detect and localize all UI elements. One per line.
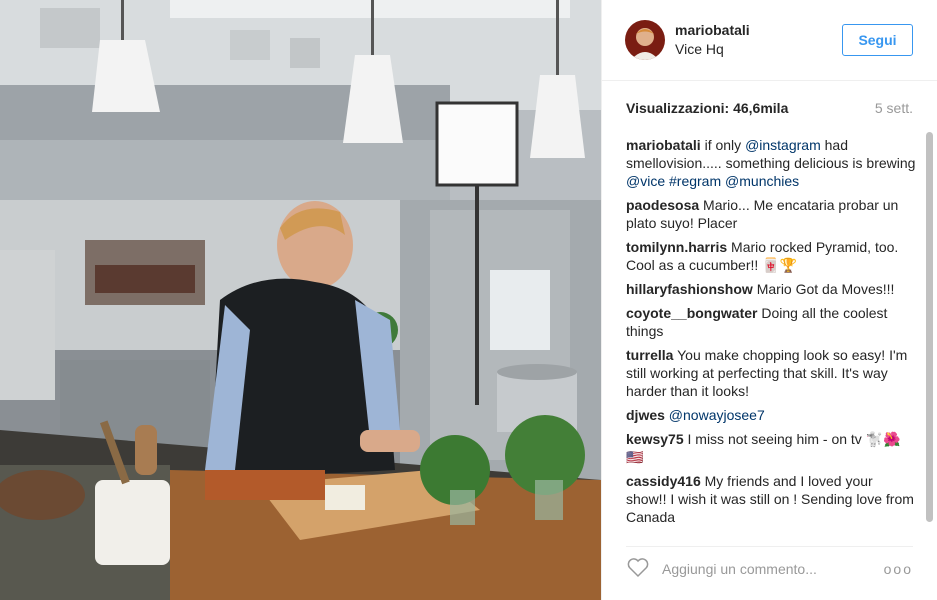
heart-icon[interactable] xyxy=(626,555,650,584)
avatar-image xyxy=(625,20,665,60)
comment-item: hillaryfashionshow Mario Got da Moves!!! xyxy=(626,280,916,298)
comment-composer: Aggiungi un commento... ooo xyxy=(626,546,913,591)
comment-mention-link[interactable]: @instagram xyxy=(745,137,821,153)
comment-item: djwes @nowayjosee7 xyxy=(626,406,916,424)
comment-item: coyote__bongwater Doing all the coolest … xyxy=(626,304,916,340)
instagram-post: mariobatali Vice Hq Segui Visualizzazion… xyxy=(0,0,937,600)
comment-item: kewsy75 I miss not seeing him - on tv 🐩🌺… xyxy=(626,430,916,466)
comment-input[interactable]: Aggiungi un commento... xyxy=(662,561,884,577)
comment-item: tomilynn.harris Mario rocked Pyramid, to… xyxy=(626,238,916,274)
comment-mention-link[interactable]: #regram xyxy=(669,173,721,189)
comment-item: turrella You make chopping look so easy!… xyxy=(626,346,916,400)
comment-username[interactable]: kewsy75 xyxy=(626,431,684,447)
comment-username[interactable]: turrella xyxy=(626,347,673,363)
post-stats: Visualizzazioni: 46,6mila 5 sett. xyxy=(626,100,913,116)
post-header: mariobatali Vice Hq Segui xyxy=(602,0,937,81)
heart-icon-svg xyxy=(627,557,649,577)
comment-item: cassidy416 My friends and I loved your s… xyxy=(626,472,916,526)
comment-mention-link[interactable]: @nowayjosee7 xyxy=(669,407,765,423)
comment-username[interactable]: coyote__bongwater xyxy=(626,305,757,321)
comment-username[interactable]: djwes xyxy=(626,407,665,423)
comment-username[interactable]: mariobatali xyxy=(626,137,701,153)
follow-button[interactable]: Segui xyxy=(842,24,913,56)
avatar[interactable] xyxy=(625,20,665,60)
comment-username[interactable]: tomilynn.harris xyxy=(626,239,727,255)
comment-mention-link[interactable]: @munchies xyxy=(725,173,799,189)
comment-item: mariobatali if only @instagram had smell… xyxy=(626,136,916,190)
kitchen-photo xyxy=(0,0,601,600)
post-sidebar: mariobatali Vice Hq Segui Visualizzazion… xyxy=(601,0,937,600)
username-link[interactable]: mariobatali xyxy=(675,21,842,40)
comment-username[interactable]: cassidy416 xyxy=(626,473,701,489)
more-options-icon[interactable]: ooo xyxy=(884,561,913,577)
header-info: mariobatali Vice Hq xyxy=(675,21,842,59)
scrollbar-thumb[interactable] xyxy=(926,132,933,522)
comment-username[interactable]: hillaryfashionshow xyxy=(626,281,753,297)
views-count[interactable]: Visualizzazioni: 46,6mila xyxy=(626,100,788,116)
comment-item: paodesosa Mario... Me encataria probar u… xyxy=(626,196,916,232)
comments-scrollbar[interactable] xyxy=(926,132,933,532)
comments-list: mariobatali if only @instagram had smell… xyxy=(626,136,916,536)
location-link[interactable]: Vice Hq xyxy=(675,40,842,59)
comment-text: Mario Got da Moves!!! xyxy=(756,281,895,297)
post-photo[interactable] xyxy=(0,0,601,600)
comment-mention-link[interactable]: @vice xyxy=(626,173,665,189)
post-age[interactable]: 5 sett. xyxy=(875,100,913,116)
comment-text: if only xyxy=(704,137,746,153)
comment-username[interactable]: paodesosa xyxy=(626,197,699,213)
